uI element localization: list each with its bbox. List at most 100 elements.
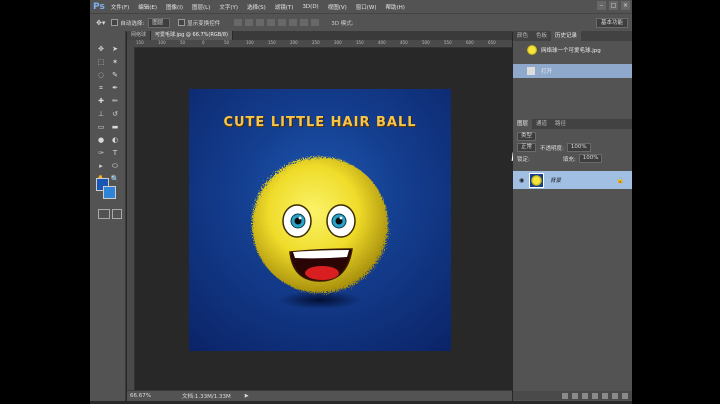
lasso-tool-icon[interactable]: ◌ xyxy=(95,69,107,81)
new-layer-icon[interactable] xyxy=(612,392,618,399)
auto-select-label: 自动选择: xyxy=(120,20,145,27)
menu-type[interactable]: 文字(Y) xyxy=(219,3,238,11)
layer-kind-filter[interactable]: 类型 xyxy=(517,132,537,141)
gradient-tool-icon[interactable]: ▬ xyxy=(109,121,121,133)
magic-wand-icon[interactable]: ✶ xyxy=(109,56,121,68)
tab-swatches[interactable]: 色板 xyxy=(532,31,551,41)
mask-icon[interactable] xyxy=(582,392,588,399)
menu-image[interactable]: 图像(I) xyxy=(166,3,183,11)
ruler-tick: 300 xyxy=(334,40,342,45)
show-transform-checkbox[interactable] xyxy=(178,19,186,26)
menu-bar: Ps 文件(F) 编辑(E) 图像(I) 图层(L) 文字(Y) 选择(S) 滤… xyxy=(90,0,632,13)
clone-stamp-icon[interactable]: ⊥ xyxy=(95,108,107,120)
layer-item-background[interactable]: ◉ 背景 🔒 xyxy=(513,171,632,189)
screen-mode-icon[interactable] xyxy=(112,209,122,219)
history-panel-tabs: 颜色 色板 历史记录 xyxy=(513,31,632,41)
layer-name: 背景 xyxy=(550,178,562,184)
blur-tool-icon[interactable]: ● xyxy=(95,134,107,146)
close-icon[interactable]: × xyxy=(621,1,630,10)
canvas-area[interactable]: CUTE LITTLE HAIR BALL xyxy=(135,48,520,390)
layer-thumbnail xyxy=(529,172,544,188)
align-left-icon[interactable] xyxy=(267,19,276,26)
blend-mode-dropdown[interactable]: 正常 xyxy=(517,143,537,152)
ruler-tick: 0 xyxy=(202,40,205,45)
distribute-icon[interactable] xyxy=(300,19,309,26)
eye-icon[interactable]: ◉ xyxy=(519,177,529,184)
auto-select-checkbox[interactable] xyxy=(111,19,119,26)
menu-filter[interactable]: 滤镜(T) xyxy=(275,3,294,11)
link-icon[interactable] xyxy=(562,392,568,399)
shape-tool-icon[interactable]: ⬭ xyxy=(109,160,121,172)
history-step[interactable]: 打开 xyxy=(513,64,632,78)
distribute-icon[interactable] xyxy=(311,19,320,26)
lock-label: 锁定: xyxy=(517,156,530,163)
arrow-icon[interactable]: ➤ xyxy=(109,43,121,55)
eraser-tool-icon[interactable]: ▭ xyxy=(95,121,107,133)
menu-help[interactable]: 帮助(H) xyxy=(386,3,405,11)
adjustment-icon[interactable] xyxy=(592,392,598,399)
status-menu-icon[interactable]: ▶ xyxy=(245,393,249,399)
menu-3d[interactable]: 3D(D) xyxy=(302,4,318,10)
menu-window[interactable]: 窗口(W) xyxy=(356,3,377,11)
opacity-field[interactable]: 100% xyxy=(566,143,591,152)
lock-icon: 🔒 xyxy=(616,176,624,184)
dodge-tool-icon[interactable]: ◐ xyxy=(109,134,121,146)
snapshot-thumbnail xyxy=(527,45,537,55)
layers-panel-tabs: 图层 通道 路径 xyxy=(513,119,632,129)
ruler-tick: 200 xyxy=(290,40,298,45)
show-transform-label: 显示变换控件 xyxy=(187,20,221,27)
zoom-level[interactable]: 66.67% xyxy=(130,393,174,399)
menu-edit[interactable]: 编辑(E) xyxy=(138,3,157,11)
workspace-switcher[interactable]: 基本功能 xyxy=(595,18,628,28)
fx-icon[interactable] xyxy=(572,392,578,399)
zoom-tool-icon[interactable]: 🔍 xyxy=(109,173,121,185)
history-brush-icon[interactable]: ↺ xyxy=(109,108,121,120)
tab-color[interactable]: 颜色 xyxy=(513,31,532,41)
type-tool-icon[interactable]: T xyxy=(109,147,121,159)
fill-field[interactable]: 100% xyxy=(578,154,603,163)
path-select-icon[interactable]: ▸ xyxy=(95,160,107,172)
pen-tool-icon[interactable]: ✑ xyxy=(95,147,107,159)
ball-shadow xyxy=(278,291,362,309)
maximize-icon[interactable]: □ xyxy=(609,1,618,10)
history-item-label: 网络球一个可爱毛球.jpg xyxy=(541,48,601,54)
tab-document-1[interactable]: 网络球 xyxy=(127,31,152,40)
minimize-icon[interactable]: – xyxy=(597,1,606,10)
tongue xyxy=(305,266,339,280)
menu-file[interactable]: 文件(F) xyxy=(111,3,129,11)
menu-select[interactable]: 选择(S) xyxy=(247,3,266,11)
tab-paths[interactable]: 路径 xyxy=(551,119,570,129)
folder-icon[interactable] xyxy=(602,392,608,399)
quick-select-icon[interactable]: ✎ xyxy=(109,69,121,81)
align-right-icon[interactable] xyxy=(289,19,298,26)
menu-view[interactable]: 视图(V) xyxy=(328,3,347,11)
horizontal-ruler: 150 100 50 0 50 100 150 200 250 300 350 … xyxy=(134,40,512,48)
ruler-tick: 250 xyxy=(312,40,320,45)
history-snapshot[interactable]: 网络球一个可爱毛球.jpg xyxy=(513,43,632,57)
move-tool-icon[interactable]: ✥▾ xyxy=(96,19,105,27)
eyedropper-icon[interactable]: ✒ xyxy=(109,82,121,94)
photoshop-window: Ps 文件(F) 编辑(E) 图像(I) 图层(L) 文字(Y) 选择(S) 滤… xyxy=(90,0,632,404)
align-center-icon[interactable] xyxy=(278,19,287,26)
tab-channels[interactable]: 通道 xyxy=(532,119,551,129)
align-bottom-icon[interactable] xyxy=(256,19,265,26)
healing-brush-icon[interactable]: ✚ xyxy=(95,95,107,107)
move-tool-icon[interactable]: ✥ xyxy=(95,43,107,55)
background-color-swatch[interactable] xyxy=(103,186,116,199)
tab-document-2[interactable]: 可爱毛球.jpg @ 66.7%(RGB/8) xyxy=(151,31,233,40)
marquee-tool-icon[interactable]: ⬚ xyxy=(95,56,107,68)
quick-mask-icon[interactable] xyxy=(98,209,110,219)
align-top-icon[interactable] xyxy=(234,19,243,26)
menu-layer[interactable]: 图层(L) xyxy=(192,3,210,11)
document-image[interactable]: CUTE LITTLE HAIR BALL xyxy=(189,89,451,351)
trash-icon[interactable] xyxy=(622,392,628,399)
tab-history[interactable]: 历史记录 xyxy=(551,31,582,41)
ruler-tick: 500 xyxy=(422,40,430,45)
crop-tool-icon[interactable]: ⌗ xyxy=(95,82,107,94)
tab-layers[interactable]: 图层 xyxy=(513,119,533,129)
brush-tool-icon[interactable]: ✏ xyxy=(109,95,121,107)
auto-select-dropdown[interactable]: 图层 xyxy=(148,17,171,28)
align-middle-icon[interactable] xyxy=(245,19,254,26)
ruler-tick: 600 xyxy=(466,40,474,45)
ruler-tick: 50 xyxy=(224,40,230,45)
